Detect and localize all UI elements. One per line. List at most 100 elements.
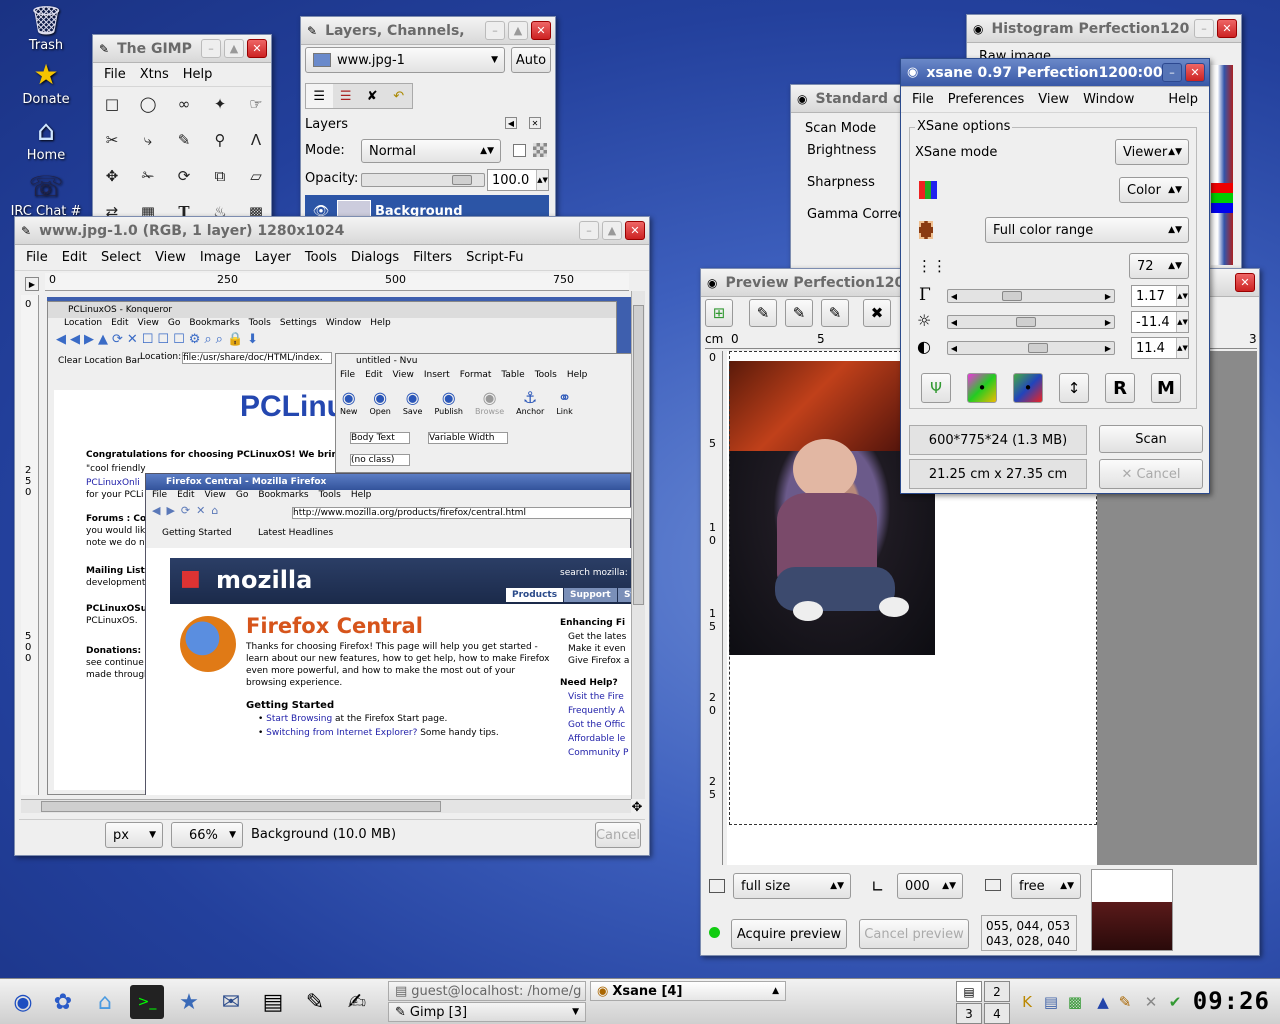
cancel-preview-button[interactable]: Cancel preview	[859, 919, 969, 949]
close-icon[interactable]: ✕	[531, 21, 551, 40]
menu-view[interactable]: View	[1031, 92, 1076, 107]
pager-desktop-4[interactable]: 4	[984, 1003, 1010, 1024]
menu-filters[interactable]: Filters	[406, 250, 459, 265]
systray-k-icon[interactable]: K	[1016, 985, 1038, 1019]
rect-select-icon[interactable]: □	[99, 91, 125, 117]
maximize-icon[interactable]: ▲	[602, 221, 622, 240]
close-icon[interactable]: ✕	[625, 221, 645, 240]
image-select-combo[interactable]: www.jpg-1 ▼	[305, 47, 505, 73]
magic-wand-icon[interactable]: ✦	[207, 91, 233, 117]
menu-image[interactable]: Image	[193, 250, 248, 265]
select-area-icon[interactable]: ⊞	[705, 299, 733, 327]
minimize-icon[interactable]: –	[1162, 63, 1182, 82]
clock[interactable]: 09:26	[1193, 987, 1270, 1015]
menu-layer[interactable]: Layer	[248, 250, 298, 265]
menu-help[interactable]: Help	[1161, 92, 1205, 107]
auto-button[interactable]: Auto	[511, 47, 551, 73]
cancel-button[interactable]: Cancel	[595, 822, 641, 848]
editor-icon[interactable]: ✎	[298, 985, 332, 1019]
navigate-icon[interactable]: ✥	[629, 799, 645, 815]
menu-dialogs[interactable]: Dialogs	[344, 250, 406, 265]
enhance-default-icon[interactable]: •	[967, 373, 997, 403]
close-icon[interactable]: ✕	[1217, 19, 1237, 38]
start-menu-icon[interactable]: ◉	[6, 985, 40, 1019]
color-range-combo[interactable]: Full color range ▲▼	[985, 217, 1189, 243]
maximize-icon[interactable]: ▲	[508, 21, 528, 40]
menu-window[interactable]: Window	[1076, 92, 1141, 107]
gamma-spin[interactable]: 1.17 ▲▼	[1131, 285, 1189, 307]
systray-update-icon[interactable]: ✔	[1164, 985, 1186, 1019]
xsane-mode-combo[interactable]: Viewer ▲▼	[1115, 139, 1189, 165]
enhance-standard-icon[interactable]: ↕	[1059, 373, 1089, 403]
preset-size-combo[interactable]: full size ▲▼	[733, 873, 851, 899]
color-picker-icon[interactable]: ✎	[171, 127, 197, 153]
menu-script-fu[interactable]: Script-Fu	[459, 250, 530, 265]
close-tab-icon[interactable]: ✕	[529, 117, 541, 129]
crop-icon[interactable]: ✁	[135, 163, 161, 189]
acquire-preview-button[interactable]: Acquire preview	[731, 919, 847, 949]
shear-icon[interactable]: ▱	[243, 163, 269, 189]
menu-xtns[interactable]: Xtns	[133, 67, 176, 82]
lasso-icon[interactable]: ∞	[171, 91, 197, 117]
systray-app-icon[interactable]: ▩	[1064, 985, 1086, 1019]
desktop-icon-donate[interactable]: ★ Donate	[6, 58, 86, 107]
zoom-icon[interactable]: ⚲	[207, 127, 233, 153]
rotation-combo[interactable]: 000 ▲▼	[897, 873, 963, 899]
horizontal-scrollbar[interactable]	[21, 799, 631, 813]
pick-white-icon[interactable]: ✎	[749, 299, 777, 327]
menu-edit[interactable]: Edit	[55, 250, 94, 265]
menu-select[interactable]: Select	[94, 250, 148, 265]
menu-file[interactable]: File	[19, 250, 55, 265]
ellipse-select-icon[interactable]: ◯	[135, 91, 161, 117]
brightness-slider[interactable]: ◀ ▶	[947, 315, 1115, 329]
keep-trans-checkbox[interactable]	[513, 144, 526, 157]
menu-preferences[interactable]: Preferences	[941, 92, 1031, 107]
pager-desktop-3[interactable]: 3	[956, 1003, 982, 1024]
histogram-titlebar[interactable]: ◉ Histogram Perfection120 – ✕	[967, 15, 1241, 43]
gamma-slider[interactable]: ◀ ▶	[947, 289, 1115, 303]
resolution-combo[interactable]: 72 ▲▼	[1129, 253, 1189, 279]
layers-titlebar[interactable]: ✎ Layers, Channels, – ▲ ✕	[301, 17, 555, 45]
systray-card-icon[interactable]: ▤	[1040, 985, 1062, 1019]
systray-sound-icon[interactable]: ✕	[1140, 985, 1162, 1019]
close-icon[interactable]: ✕	[247, 39, 267, 58]
dock-icon[interactable]: ◀	[505, 117, 517, 129]
pager-desktop-1[interactable]: ▤	[956, 981, 982, 1002]
minimize-icon[interactable]: –	[201, 39, 221, 58]
zoom-combo[interactable]: 66% ▼	[171, 822, 243, 848]
rotate-icon[interactable]: ⟳	[171, 163, 197, 189]
xsane-titlebar[interactable]: ◉ xsane 0.97 Perfection1200:00 – ✕	[901, 59, 1209, 87]
minimize-icon[interactable]: –	[579, 221, 599, 240]
image-titlebar[interactable]: ✎ www.jpg-1.0 (RGB, 1 layer) 1280x1024 –…	[15, 217, 649, 245]
kde-icon[interactable]: ✿	[46, 985, 80, 1019]
enhance-restore-icon[interactable]: •	[1013, 373, 1043, 403]
pager-desktop-2[interactable]: 2	[984, 981, 1010, 1002]
delete-preview-icon[interactable]: ✖	[863, 299, 891, 327]
color-select-icon[interactable]: ☞	[243, 91, 269, 117]
opacity-spin[interactable]: 100.0 ▲▼	[487, 169, 549, 191]
color-mode-combo[interactable]: Color ▲▼	[1119, 177, 1189, 203]
measure-icon[interactable]: Λ	[243, 127, 269, 153]
desktop-icon-home[interactable]: ⌂ Home	[6, 114, 86, 163]
mail-icon[interactable]: ✉	[214, 985, 248, 1019]
minimize-icon[interactable]: –	[485, 21, 505, 40]
store-icon[interactable]: M	[1151, 373, 1181, 403]
vertical-scrollbar[interactable]	[631, 291, 645, 799]
minimize-icon[interactable]: –	[1194, 19, 1214, 38]
move-icon[interactable]: ✥	[99, 163, 125, 189]
enhance-auto-icon[interactable]: Ψ	[921, 373, 951, 403]
pick-gray-icon[interactable]: ✎	[785, 299, 813, 327]
network-icon[interactable]: ★	[172, 985, 206, 1019]
menu-file[interactable]: File	[97, 67, 133, 82]
menu-help[interactable]: Help	[176, 67, 220, 82]
toolbox-titlebar[interactable]: ✎ The GIMP – ▲ ✕	[93, 35, 271, 63]
close-icon[interactable]: ✕	[1235, 273, 1255, 292]
systray-clipboard-icon[interactable]: ✎	[1114, 985, 1136, 1019]
writer-icon[interactable]: ✍	[340, 985, 374, 1019]
aspect-combo[interactable]: free ▲▼	[1011, 873, 1081, 899]
document-icon[interactable]: ▤	[256, 985, 290, 1019]
scale-icon[interactable]: ⧉	[207, 163, 233, 189]
menu-tools[interactable]: Tools	[298, 250, 344, 265]
image-canvas[interactable]: PCLinuxOS - Konqueror Location Edit View Go…	[47, 297, 631, 795]
path-icon[interactable]: ⤷	[135, 127, 161, 153]
